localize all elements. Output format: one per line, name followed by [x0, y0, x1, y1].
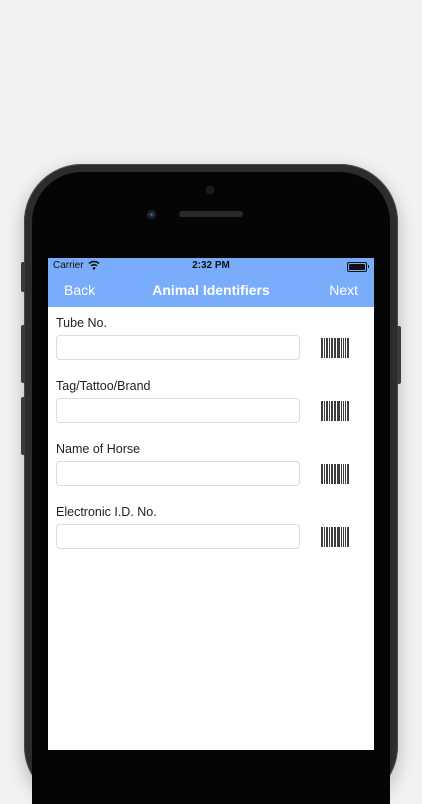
tag-tattoo-brand-field: Tag/Tattoo/Brand — [56, 379, 366, 431]
tag-tattoo-brand-input[interactable] — [56, 398, 300, 423]
front-camera-icon — [206, 186, 214, 194]
electronic-id-input[interactable] — [56, 524, 300, 549]
app-screen: Carrier 2:32 PM Back Animal Identifiers … — [48, 258, 374, 750]
barcode-icon[interactable] — [321, 527, 349, 547]
tube-no-field: Tube No. — [56, 316, 366, 368]
barcode-icon[interactable] — [321, 464, 349, 484]
tag-tattoo-brand-label: Tag/Tattoo/Brand — [56, 379, 151, 393]
volume-down-button — [21, 397, 25, 455]
power-button — [397, 326, 401, 384]
tube-no-input[interactable] — [56, 335, 300, 360]
proximity-sensor-icon — [147, 210, 156, 219]
status-time: 2:32 PM — [192, 260, 230, 271]
battery-icon — [347, 262, 369, 272]
barcode-icon[interactable] — [321, 401, 349, 421]
name-of-horse-field: Name of Horse — [56, 442, 366, 494]
electronic-id-label: Electronic I.D. No. — [56, 505, 157, 519]
volume-up-button — [21, 325, 25, 383]
tube-no-label: Tube No. — [56, 316, 107, 330]
earpiece-speaker — [179, 211, 243, 217]
status-bar: Carrier 2:32 PM — [48, 258, 374, 273]
name-of-horse-label: Name of Horse — [56, 442, 141, 456]
electronic-id-field: Electronic I.D. No. — [56, 505, 366, 557]
next-button[interactable]: Next — [329, 282, 358, 298]
name-of-horse-input[interactable] — [56, 461, 300, 486]
page-title: Animal Identifiers — [152, 282, 270, 298]
barcode-icon[interactable] — [321, 338, 349, 358]
silent-switch — [21, 262, 25, 292]
navigation-bar: Back Animal Identifiers Next — [48, 273, 374, 307]
